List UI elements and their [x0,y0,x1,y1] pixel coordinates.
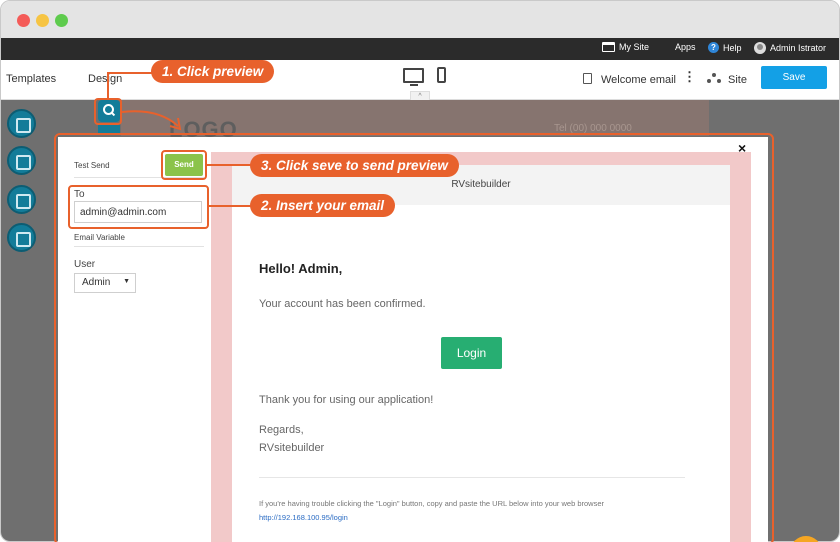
grid-icon [661,42,671,52]
mail-icon[interactable] [98,124,120,134]
divider [74,246,204,247]
user-avatar-icon [754,42,766,54]
callout-connector [209,205,254,207]
close-window-button[interactable] [17,14,30,27]
preview-search-icon[interactable] [98,100,120,122]
user-name: Admin Istrator [770,43,827,53]
sitemap-icon [707,73,721,83]
footer-tool-icon[interactable] [7,223,36,252]
send-button[interactable]: Send [165,154,203,176]
email-confirm-text: Your account has been confirmed. [259,298,426,310]
email-header-title: RVsitebuilder [451,179,511,190]
my-site-label: My Site [619,42,650,52]
templates-tab[interactable]: Templates [6,73,56,85]
test-send-heading: Test Send [74,161,110,170]
apps-label: Apps [675,42,696,52]
editor-toolbar: Templates Design ^ Welcome email ⋮ Site … [1,60,839,100]
chevron-up-icon[interactable]: ^ [410,91,430,100]
apps-link[interactable]: Apps [661,42,696,52]
top-navigation: My Site Apps ? Help Admin Istrator [1,38,839,60]
desktop-view-icon[interactable] [403,68,424,86]
template-name[interactable]: Welcome email [601,74,676,86]
more-options-icon[interactable]: ⋮ [683,69,696,85]
email-divider [259,477,685,478]
mobile-view-icon[interactable] [437,67,446,83]
curved-arrow-icon [121,110,182,131]
email-signature: RVsitebuilder [259,442,325,454]
step1-callout: 1. Click preview [151,60,275,83]
design-tab[interactable]: Design [88,73,122,85]
email-regards: Regards, [259,424,304,436]
help-link[interactable]: ? Help [708,42,742,53]
title-bar [1,1,839,38]
maximize-window-button[interactable] [55,14,68,27]
caret-down-icon: ▼ [123,278,130,285]
callout-connector [107,72,152,74]
callout-connector [207,164,254,166]
email-variable-label: Email Variable [74,233,125,242]
to-label: To [74,189,85,200]
user-select[interactable]: Admin ▼ [74,273,136,293]
layout-tool-icon[interactable] [7,109,36,138]
user-select-value: Admin [82,277,111,288]
help-label: Help [723,42,742,53]
save-button[interactable]: Save [761,66,827,89]
email-body [232,205,730,542]
document-icon [583,73,592,84]
user-menu[interactable]: Admin Istrator [754,42,826,54]
email-trouble-text: If you're having trouble clicking the "L… [259,499,605,508]
step2-callout: 2. Insert your email [250,194,396,217]
browser-window-icon [602,42,615,52]
email-thanks: Thank you for using our application! [259,394,434,406]
callout-connector [107,72,109,99]
my-site-link[interactable]: My Site [602,42,649,52]
site-menu[interactable]: Site [728,74,747,86]
email-login-url[interactable]: http://192.168.100.95/login [259,513,348,522]
divider [74,177,204,178]
email-greeting: Hello! Admin, [259,261,343,276]
step3-callout: 3. Click seve to send preview [250,154,459,177]
help-icon: ? [708,42,719,53]
user-label: User [74,259,96,270]
to-email-input[interactable] [74,201,202,223]
section-tool-icon[interactable] [7,185,36,214]
template-phone: Tel (00) 000 0000 [554,123,632,134]
image-tool-icon[interactable] [7,146,36,175]
close-icon[interactable]: × [738,140,746,156]
minimize-window-button[interactable] [36,14,49,27]
email-login-button[interactable]: Login [441,337,502,369]
